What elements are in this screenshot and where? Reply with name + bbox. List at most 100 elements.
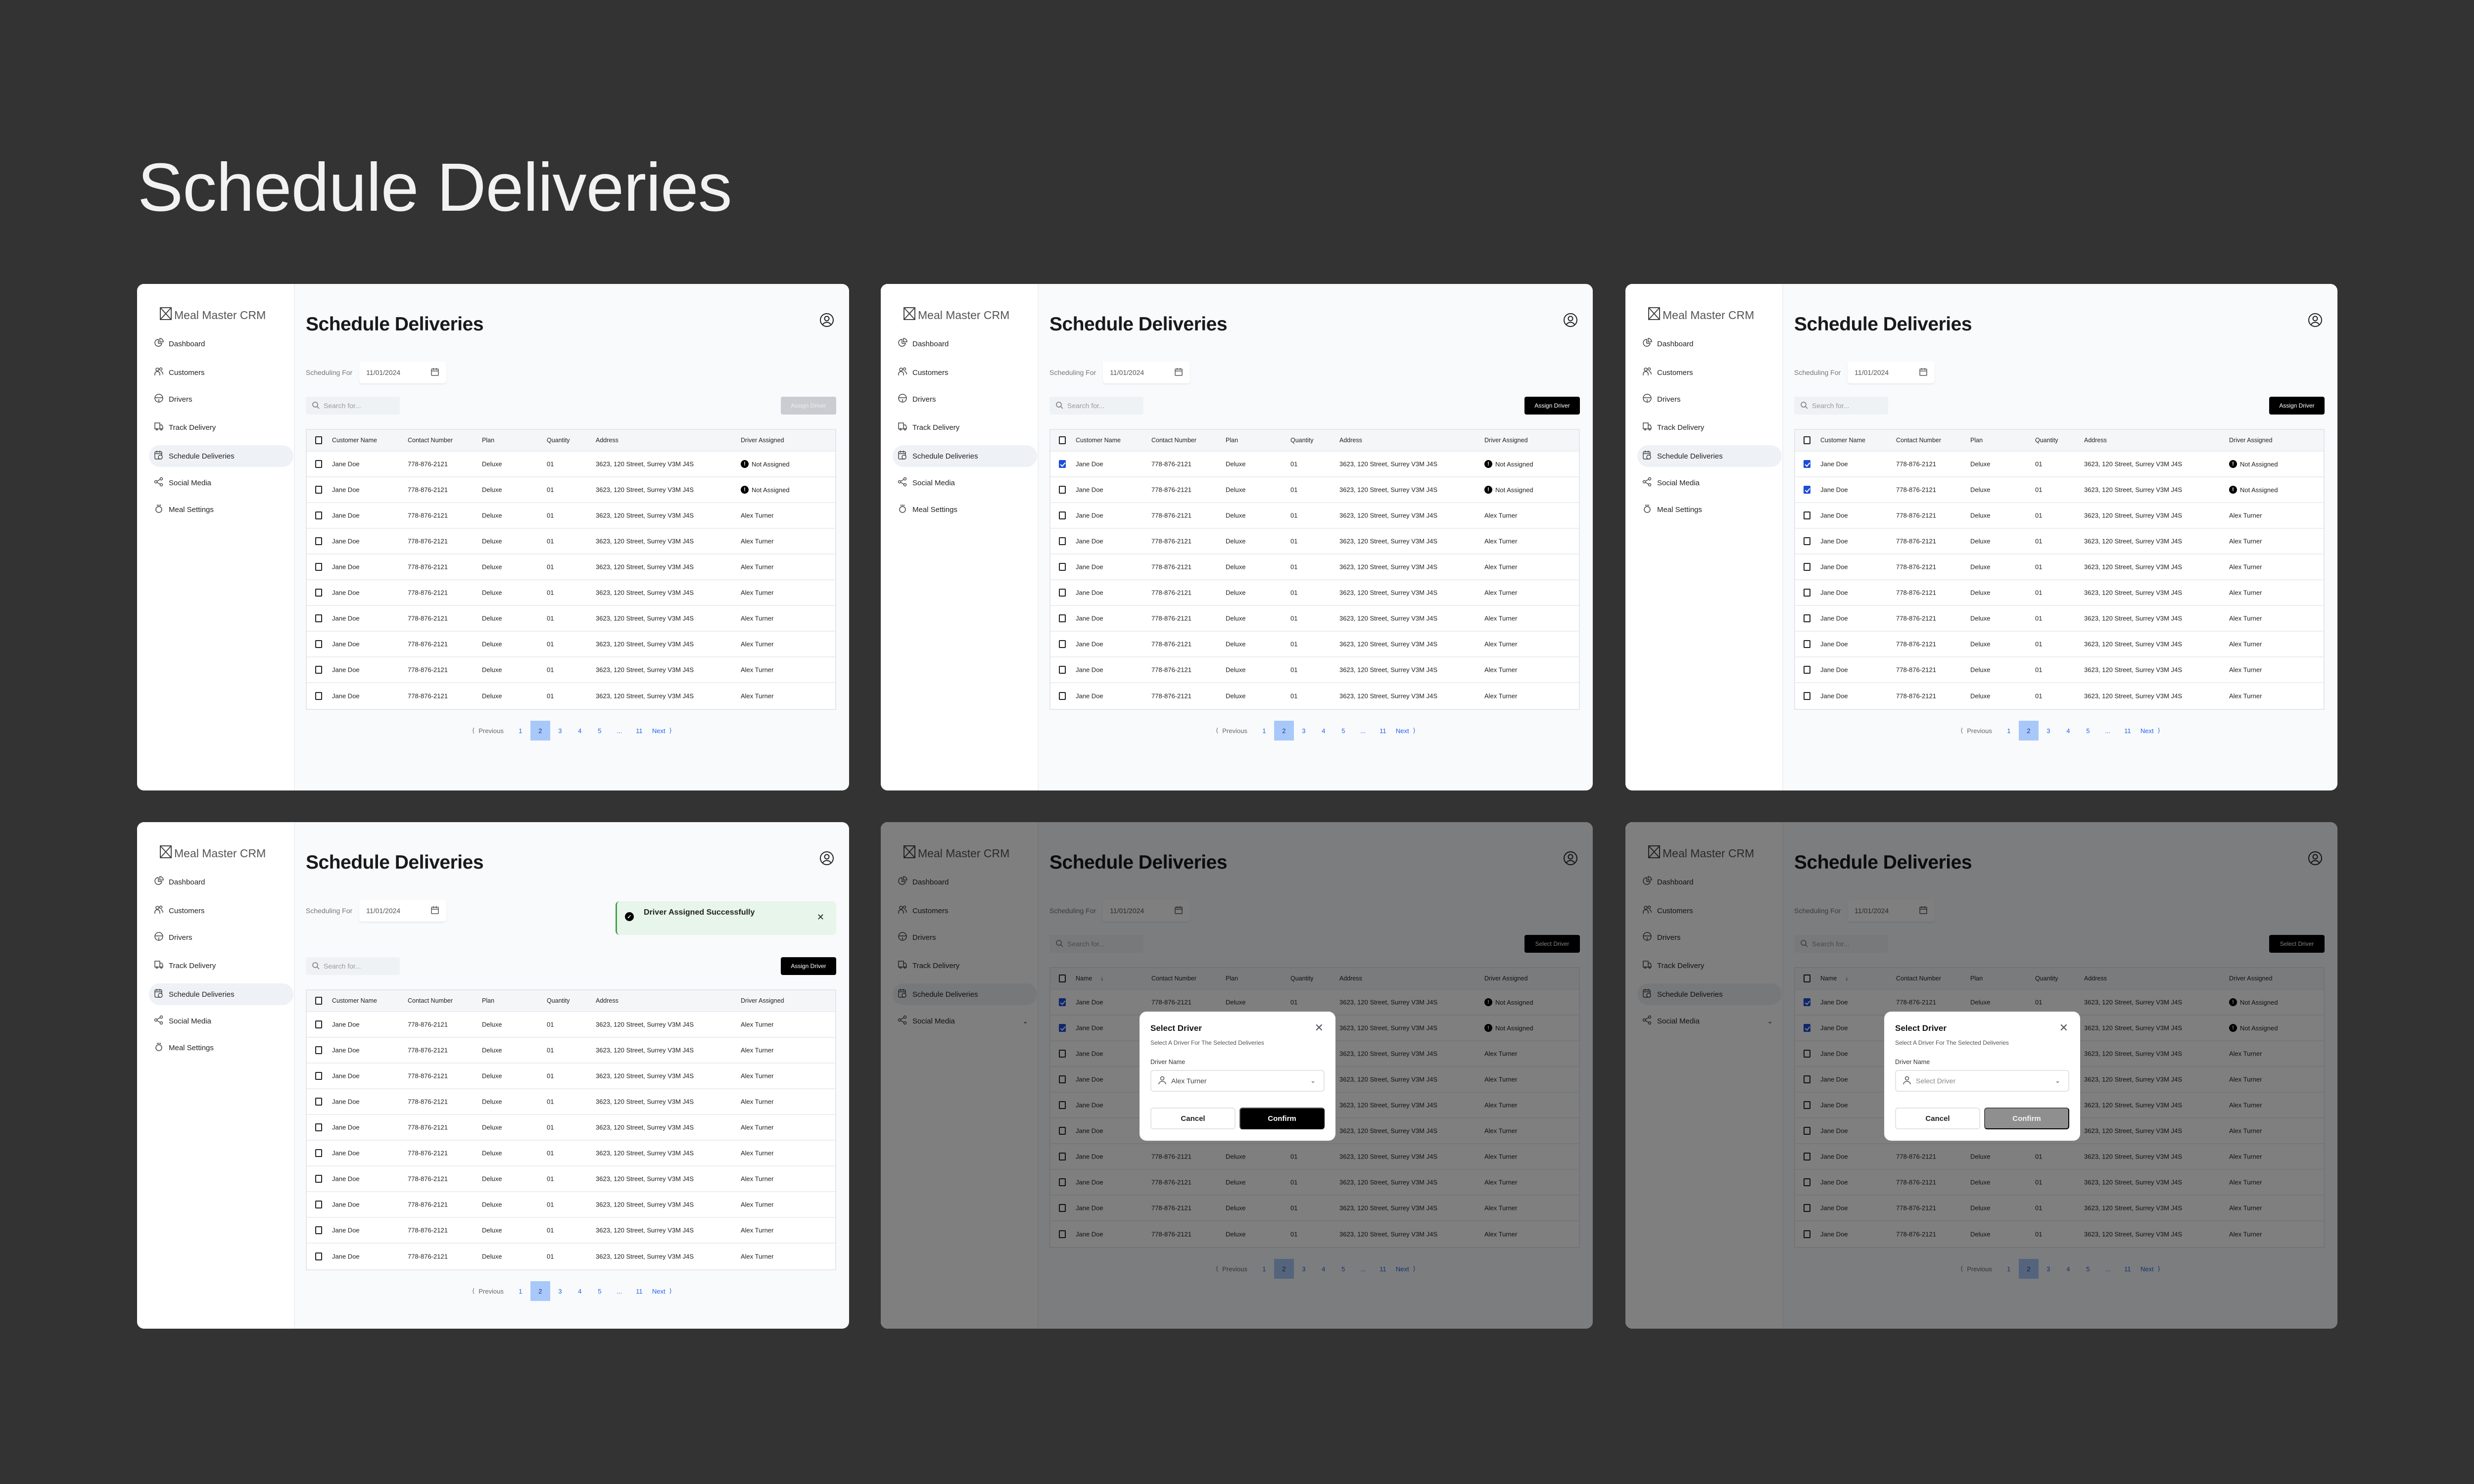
sidebar-item-meal-settings[interactable]: Meal Settings — [149, 499, 293, 520]
sidebar-item-track-delivery[interactable]: Track Delivery — [1637, 417, 1782, 438]
page-button[interactable]: 11 — [1373, 721, 1393, 741]
profile-icon[interactable] — [1563, 313, 1578, 327]
table-row[interactable]: Jane Doe 778-876-2121 Deluxe 01 3623, 120 St… — [307, 1141, 835, 1166]
app-logo[interactable]: Meal Master CRM — [903, 307, 1009, 324]
table-row[interactable]: Jane Doe 778-876-2121 Deluxe 01 3623, 120 St… — [1795, 580, 2324, 606]
previous-button[interactable]: ⟨Previous — [472, 1281, 504, 1301]
sidebar-item-track-delivery[interactable]: Track Delivery — [893, 417, 1037, 438]
table-row[interactable]: Jane Doe 778-876-2121 Deluxe 01 3623, 120 St… — [307, 1038, 835, 1064]
sidebar-item-social-media[interactable]: Social Media — [1637, 472, 1782, 494]
table-row[interactable]: Jane Doe 778-876-2121 Deluxe 01 3623, 120 St… — [1795, 632, 2324, 657]
confirm-button[interactable]: Confirm — [1984, 1108, 2069, 1129]
row-checkbox[interactable] — [1804, 614, 1810, 622]
page-button[interactable]: 11 — [629, 721, 649, 741]
table-row[interactable]: Jane Doe 778-876-2121 Deluxe 01 3623, 120 St… — [1050, 452, 1579, 477]
row-checkbox[interactable] — [1059, 614, 1066, 622]
row-checkbox[interactable] — [315, 666, 322, 674]
row-checkbox[interactable] — [1059, 589, 1066, 597]
row-checkbox[interactable] — [1059, 460, 1066, 468]
table-row[interactable]: Jane Doe 778-876-2121 Deluxe 01 3623, 120 St… — [307, 555, 835, 580]
calendar-icon[interactable] — [1919, 368, 1928, 378]
page-button[interactable]: 4 — [2058, 721, 2078, 741]
page-button[interactable]: 3 — [2039, 721, 2058, 741]
column-header[interactable]: Customer Name — [332, 997, 377, 1004]
date-picker[interactable]: 11/01/2024 — [359, 900, 447, 922]
table-row[interactable]: Jane Doe 778-876-2121 Deluxe 01 3623, 120 St… — [1050, 606, 1579, 632]
page-button[interactable]: 3 — [1294, 721, 1314, 741]
page-button[interactable]: 1 — [1999, 721, 2019, 741]
sidebar-item-schedule-deliveries[interactable]: Schedule Deliveries — [1637, 445, 1782, 467]
table-row[interactable]: Jane Doe 778-876-2121 Deluxe 01 3623, 120 St… — [307, 1089, 835, 1115]
cancel-button[interactable]: Cancel — [1895, 1108, 1980, 1129]
row-checkbox[interactable] — [1059, 563, 1066, 571]
column-header[interactable]: Address — [596, 997, 618, 1004]
row-checkbox[interactable] — [315, 460, 322, 468]
table-row[interactable]: Jane Doe 778-876-2121 Deluxe 01 3623, 120 St… — [307, 683, 835, 709]
date-picker[interactable]: 11/01/2024 — [1103, 362, 1190, 383]
row-checkbox[interactable] — [315, 537, 322, 545]
column-header[interactable]: Address — [596, 437, 618, 444]
column-header[interactable]: Quantity — [2035, 437, 2058, 444]
profile-icon[interactable] — [2308, 313, 2323, 327]
table-row[interactable]: Jane Doe 778-876-2121 Deluxe 01 3623, 120 St… — [1795, 657, 2324, 683]
column-header[interactable]: Contact Number — [408, 997, 453, 1004]
row-checkbox[interactable] — [315, 640, 322, 648]
row-checkbox[interactable] — [315, 1072, 322, 1080]
column-header[interactable]: Customer Name — [1076, 437, 1121, 444]
table-row[interactable]: Jane Doe 778-876-2121 Deluxe 01 3623, 120 St… — [307, 503, 835, 529]
sidebar-item-customers[interactable]: Customers — [149, 362, 293, 383]
row-checkbox[interactable] — [315, 511, 322, 519]
table-row[interactable]: Jane Doe 778-876-2121 Deluxe 01 3623, 120 St… — [1795, 555, 2324, 580]
date-picker[interactable]: 11/01/2024 — [1848, 362, 1935, 383]
row-checkbox[interactable] — [315, 1252, 322, 1260]
row-checkbox[interactable] — [315, 692, 322, 700]
row-checkbox[interactable] — [315, 614, 322, 622]
page-button[interactable]: 1 — [1254, 721, 1274, 741]
sidebar-item-drivers[interactable]: Drivers — [149, 388, 293, 410]
table-row[interactable]: Jane Doe 778-876-2121 Deluxe 01 3623, 120 St… — [307, 1218, 835, 1244]
table-row[interactable]: Jane Doe 778-876-2121 Deluxe 01 3623, 120 St… — [307, 1244, 835, 1269]
row-checkbox[interactable] — [1804, 692, 1810, 700]
row-checkbox[interactable] — [315, 563, 322, 571]
row-checkbox[interactable] — [315, 1175, 322, 1183]
column-header[interactable]: Contact Number — [408, 437, 453, 444]
sidebar-item-dashboard[interactable]: Dashboard — [893, 333, 1037, 355]
table-row[interactable]: Jane Doe 778-876-2121 Deluxe 01 3623, 120 St… — [307, 657, 835, 683]
calendar-icon[interactable] — [1174, 368, 1183, 378]
page-button[interactable]: 4 — [570, 721, 590, 741]
table-row[interactable]: Jane Doe 778-876-2121 Deluxe 01 3623, 120 St… — [1795, 529, 2324, 555]
row-checkbox[interactable] — [315, 1226, 322, 1234]
column-header[interactable]: Plan — [482, 997, 494, 1004]
page-button[interactable]: 4 — [1314, 721, 1333, 741]
page-button[interactable]: 5 — [590, 1281, 610, 1301]
close-icon[interactable]: ✕ — [2059, 1021, 2068, 1034]
sidebar-item-social-media[interactable]: Social Media — [893, 472, 1037, 494]
table-row[interactable]: Jane Doe 778-876-2121 Deluxe 01 3623, 120 St… — [1050, 580, 1579, 606]
page-button[interactable]: 11 — [2118, 721, 2138, 741]
row-checkbox[interactable] — [1059, 511, 1066, 519]
column-header[interactable]: Contact Number — [1896, 437, 1941, 444]
previous-button[interactable]: ⟨Previous — [1216, 721, 1247, 741]
row-checkbox[interactable] — [1804, 486, 1810, 494]
column-header[interactable]: Quantity — [547, 997, 570, 1004]
row-checkbox[interactable] — [1059, 692, 1066, 700]
column-header[interactable]: Address — [2084, 437, 2107, 444]
search-input[interactable]: Search for... — [1794, 397, 1888, 415]
search-input[interactable]: Search for... — [306, 957, 400, 975]
row-checkbox[interactable] — [1804, 563, 1810, 571]
page-button[interactable]: 2 — [530, 1281, 550, 1301]
search-input[interactable]: Search for... — [306, 397, 400, 415]
sidebar-item-drivers[interactable]: Drivers — [149, 927, 293, 948]
next-button[interactable]: Next⟩ — [652, 721, 672, 741]
page-button[interactable]: 3 — [550, 721, 570, 741]
assign-driver-button[interactable]: Assign Driver — [781, 957, 836, 975]
table-row[interactable]: Jane Doe 778-876-2121 Deluxe 01 3623, 120 St… — [1050, 632, 1579, 657]
column-header[interactable]: Customer Name — [332, 437, 377, 444]
row-checkbox[interactable] — [1804, 537, 1810, 545]
sidebar-item-schedule-deliveries[interactable]: Schedule Deliveries — [149, 445, 293, 467]
table-row[interactable]: Jane Doe 778-876-2121 Deluxe 01 3623, 120 St… — [307, 529, 835, 555]
calendar-icon[interactable] — [430, 368, 439, 378]
next-button[interactable]: Next⟩ — [652, 1281, 672, 1301]
assign-driver-button[interactable]: Assign Driver — [2269, 397, 2325, 415]
sidebar-item-customers[interactable]: Customers — [149, 900, 293, 922]
